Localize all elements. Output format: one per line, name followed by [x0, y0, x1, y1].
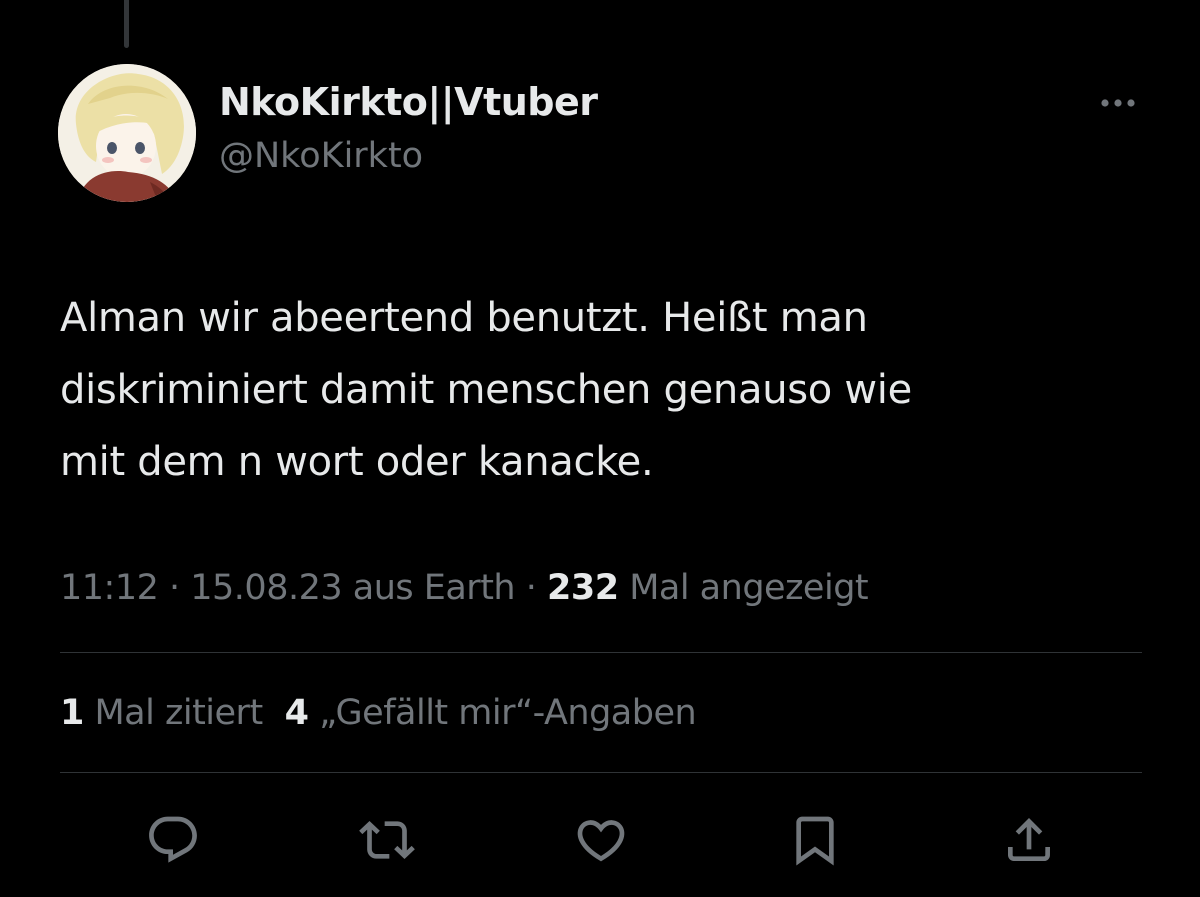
quotes-count: 1: [60, 693, 84, 733]
more-options-icon[interactable]: [1092, 88, 1142, 118]
share-button[interactable]: [999, 810, 1059, 870]
tweet-stats: 1 Mal zitiert 4 „Gefällt mir“-Angaben: [60, 693, 697, 733]
retweet-button[interactable]: [357, 810, 417, 870]
retweet-icon: [359, 821, 415, 859]
meta-separator: ·: [158, 568, 191, 608]
quotes-stat[interactable]: 1 Mal zitiert: [60, 693, 263, 733]
tweet-text-line: Alman wir abeertend benutzt. Heißt man: [60, 295, 868, 341]
heart-icon: [577, 820, 625, 862]
reply-button[interactable]: [143, 810, 203, 870]
reply-icon: [149, 816, 197, 863]
user-handle[interactable]: @NkoKirkto: [219, 136, 423, 176]
meta-separator: ·: [515, 568, 547, 608]
views-label: Mal angezeigt: [618, 568, 869, 608]
avatar-image: [58, 64, 196, 202]
views-count: 232: [547, 568, 619, 608]
tweet-meta: 11:12 · 15.08.23 aus Earth · 232 Mal ang…: [60, 568, 869, 608]
like-button[interactable]: [571, 810, 631, 870]
tweet-time[interactable]: 11:12: [60, 568, 159, 608]
tweet-text-line: diskriminiert damit menschen genauso wie: [60, 367, 912, 413]
tweet-text-line: mit dem n wort oder kanacke.: [60, 439, 654, 485]
tweet-text: Alman wir abeertend benutzt. Heißt man d…: [60, 282, 1140, 498]
divider: [60, 772, 1142, 773]
likes-stat[interactable]: 4 „Gefällt mir“-Angaben: [285, 693, 697, 733]
likes-label: „Gefällt mir“-Angaben: [308, 693, 697, 733]
avatar[interactable]: [58, 64, 196, 202]
thread-connector-line: [124, 0, 129, 48]
bookmark-icon: [796, 816, 834, 866]
display-name[interactable]: NkoKirkto||Vtuber: [219, 80, 598, 124]
bookmark-button[interactable]: [785, 810, 845, 870]
divider: [60, 652, 1142, 653]
tweet-date-source[interactable]: 15.08.23 aus Earth: [190, 568, 515, 608]
share-icon: [1008, 818, 1050, 861]
likes-count: 4: [284, 693, 309, 733]
quotes-label: Mal zitiert: [83, 693, 263, 733]
